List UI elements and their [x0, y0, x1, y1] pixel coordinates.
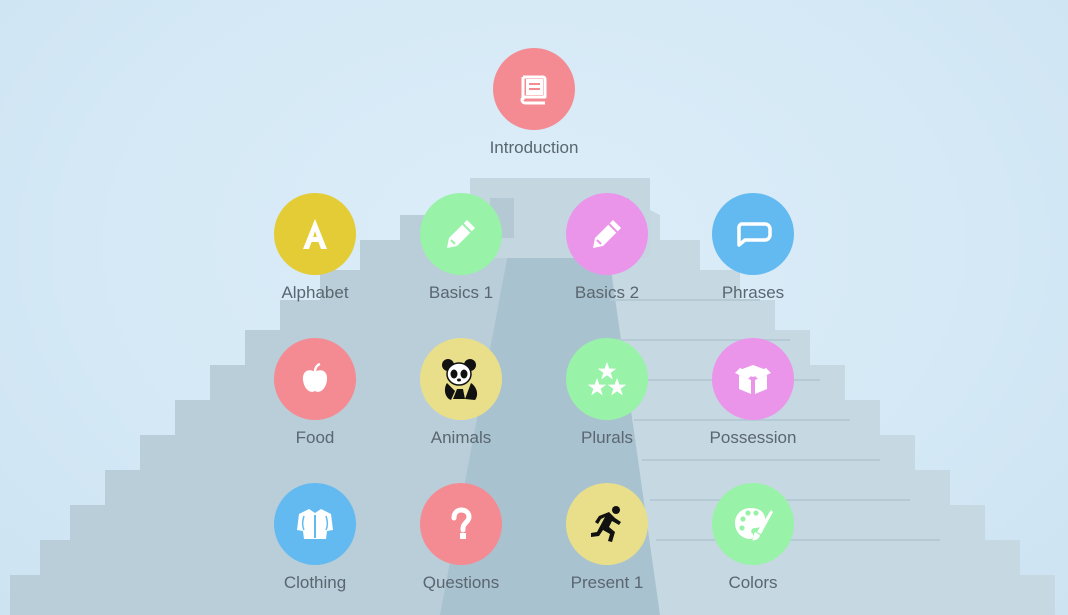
skill-basics-1[interactable]: Basics 1 — [391, 193, 531, 303]
skill-introduction-circle[interactable] — [493, 48, 575, 130]
skill-food[interactable]: Food — [245, 338, 385, 448]
skill-basics-2[interactable]: Basics 2 — [537, 193, 677, 303]
skill-plurals-circle[interactable] — [566, 338, 648, 420]
skill-label: Food — [295, 428, 335, 447]
apple-icon — [302, 362, 328, 392]
skill-label: Introduction — [489, 138, 579, 157]
runner-icon — [591, 506, 621, 542]
skill-label: Plurals — [581, 428, 633, 447]
box-icon — [735, 365, 771, 394]
skill-alphabet[interactable]: Alphabet — [245, 193, 385, 303]
skill-colors-circle[interactable] — [712, 483, 794, 565]
skill-colors[interactable]: Colors — [683, 483, 823, 593]
skill-basics-1-circle[interactable] — [420, 193, 502, 275]
skill-phrases-circle[interactable] — [712, 193, 794, 275]
skill-present-1-circle[interactable] — [566, 483, 648, 565]
skill-label: Questions — [422, 573, 500, 592]
skill-plurals[interactable]: Plurals — [537, 338, 677, 448]
skill-label: Phrases — [721, 283, 785, 302]
skill-food-circle[interactable] — [274, 338, 356, 420]
skill-label: Alphabet — [281, 283, 349, 302]
skill-animals[interactable]: Animals — [391, 338, 531, 448]
palette-icon — [735, 508, 773, 541]
skill-label: Basics 2 — [574, 283, 640, 302]
skill-clothing[interactable]: Clothing — [245, 483, 385, 593]
letter-a-icon — [303, 219, 327, 249]
pencil-icon — [447, 220, 475, 248]
skill-clothing-circle[interactable] — [274, 483, 356, 565]
skill-label: Animals — [430, 428, 492, 447]
panda-icon — [442, 359, 478, 400]
skill-label: Basics 1 — [428, 283, 494, 302]
skill-possession-circle[interactable] — [712, 338, 794, 420]
stars-icon — [587, 362, 627, 396]
skill-possession[interactable]: Possession — [683, 338, 823, 448]
skill-questions-circle[interactable] — [420, 483, 502, 565]
skill-animals-circle[interactable] — [420, 338, 502, 420]
skill-label: Clothing — [283, 573, 347, 592]
speech-bubble-icon — [737, 222, 772, 247]
book-icon — [520, 75, 547, 105]
question-mark-icon — [451, 507, 472, 539]
pencil-icon — [593, 220, 621, 248]
skill-tree-page: Introduction Alphabet Basics 1 Basics 2 … — [0, 0, 1068, 615]
skill-basics-2-circle[interactable] — [566, 193, 648, 275]
skill-label: Possession — [709, 428, 797, 447]
skill-label: Present 1 — [570, 573, 644, 592]
skill-alphabet-circle[interactable] — [274, 193, 356, 275]
skill-present-1[interactable]: Present 1 — [537, 483, 677, 593]
skill-label: Colors — [728, 573, 778, 592]
skill-phrases[interactable]: Phrases — [683, 193, 823, 303]
skill-introduction[interactable]: Introduction — [464, 48, 604, 158]
skill-questions[interactable]: Questions — [391, 483, 531, 593]
shirt-icon — [297, 509, 333, 539]
